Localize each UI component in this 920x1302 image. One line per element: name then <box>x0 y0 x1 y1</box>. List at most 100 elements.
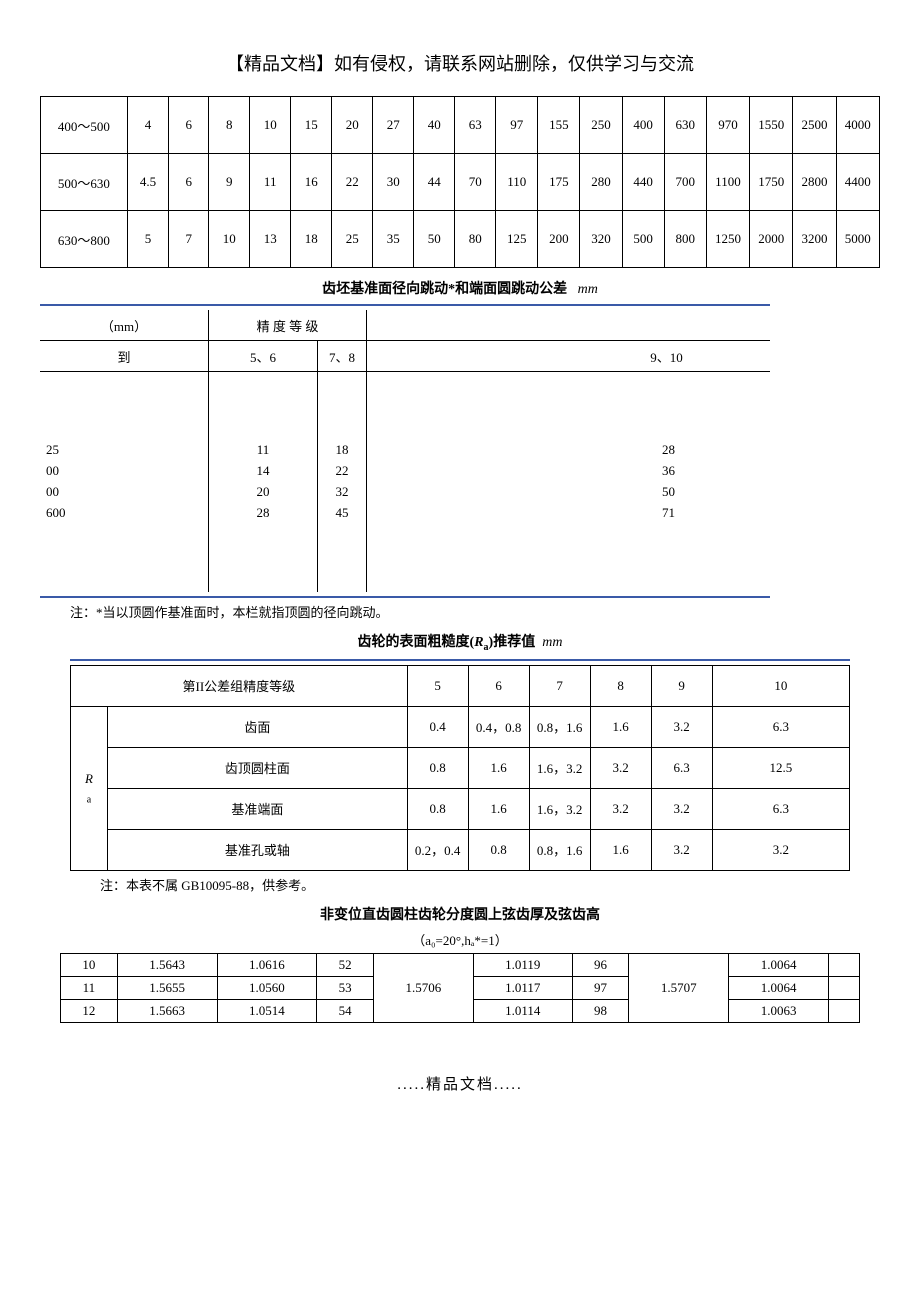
roughness-table: 第II公差组精度等级 5 6 7 8 9 10 Ra 齿面 0.4 0.4，0.… <box>70 665 850 871</box>
cell: 45 <box>318 503 366 524</box>
cell: 1.6 <box>468 747 529 788</box>
cell: 1.6，3.2 <box>529 747 590 788</box>
table-row: 基准端面 0.8 1.6 1.6，3.2 3.2 3.2 6.3 <box>71 788 850 829</box>
cell: 11 <box>209 440 317 461</box>
cell: 1750 <box>750 154 793 211</box>
level: 5 <box>407 665 468 706</box>
cell-b-col: 18 22 32 45 <box>318 372 367 593</box>
cell: 44 <box>414 154 455 211</box>
cell: 320 <box>580 211 622 268</box>
cell: 155 <box>538 97 580 154</box>
table-row: 630～800 5 7 10 13 18 25 35 50 80 125 200… <box>41 211 880 268</box>
cell: 15 <box>291 97 332 154</box>
cell: 3.2 <box>712 829 849 870</box>
cell: 125 <box>496 211 538 268</box>
cell: 2800 <box>793 154 836 211</box>
cell: 18 <box>318 440 366 461</box>
cell: 2500 <box>793 97 836 154</box>
t3-ra: R <box>474 635 483 650</box>
table2-title: 齿坯基准面径向跳动*和端面圆跳动公差 mm <box>40 278 880 298</box>
cell: 10 <box>250 97 291 154</box>
table3-note: 注：本表不属 GB10095-88，供参考。 <box>100 875 880 894</box>
cell: 13 <box>250 211 291 268</box>
cell: 40 <box>414 97 455 154</box>
page-header: 【精品文档】如有侵权，请联系网站删除，仅供学习与交流 <box>40 50 880 76</box>
cell <box>829 953 860 976</box>
table-row: 500～630 4.5 6 9 11 16 22 30 44 70 110 17… <box>41 154 880 211</box>
row-name: 基准孔或轴 <box>108 829 408 870</box>
col-78: 7、8 <box>318 341 367 372</box>
cell: 18 <box>291 211 332 268</box>
cell-a-col: 11 14 20 28 <box>209 372 318 593</box>
cell: 2000 <box>750 211 793 268</box>
cell: 22 <box>318 461 366 482</box>
cell: 63 <box>455 97 496 154</box>
cell: 80 <box>455 211 496 268</box>
t3-suffix: )推荐值 <box>489 635 536 650</box>
table4-title: 非变位直齿圆柱齿轮分度圆上弦齿厚及弦齿高 <box>40 904 880 924</box>
cell: 3.2 <box>651 829 712 870</box>
cell: 1.0064 <box>729 976 829 999</box>
cell: 1.5707 <box>629 953 729 1022</box>
cell: 14 <box>209 461 317 482</box>
cell: 630 <box>664 97 706 154</box>
cell: 1250 <box>706 211 749 268</box>
level: 10 <box>712 665 849 706</box>
cell: 200 <box>538 211 580 268</box>
table1-body: 400～500 4 6 8 10 15 20 27 40 63 97 155 2… <box>41 97 880 268</box>
cell: 12.5 <box>712 747 849 788</box>
cell-range: 500～630 <box>41 154 128 211</box>
cell: 1.0616 <box>217 953 317 976</box>
cell: 00 <box>46 482 208 503</box>
cell: 71 <box>567 503 770 524</box>
cell: 0.8 <box>407 788 468 829</box>
cell: 0.2，0.4 <box>407 829 468 870</box>
cell: 1.5643 <box>117 953 217 976</box>
row-name: 齿面 <box>108 706 408 747</box>
cell: 10 <box>61 953 118 976</box>
cell: 0.8，1.6 <box>529 829 590 870</box>
cell-c-col: 28 36 50 71 <box>367 372 771 593</box>
cell: 11 <box>250 154 291 211</box>
cell: 22 <box>332 154 373 211</box>
cell: 0.8，1.6 <box>529 706 590 747</box>
table-row: 第II公差组精度等级 5 6 7 8 9 10 <box>71 665 850 706</box>
cell: 3.2 <box>590 788 651 829</box>
cell: 1.5663 <box>117 999 217 1022</box>
cell: 28 <box>209 503 317 524</box>
cell: 1.5706 <box>374 953 474 1022</box>
level: 6 <box>468 665 529 706</box>
cell: 3.2 <box>651 706 712 747</box>
cell: 6 <box>169 97 209 154</box>
cell: 27 <box>373 97 414 154</box>
divider-top-3 <box>70 659 850 661</box>
cell: 5000 <box>836 211 879 268</box>
cell: 4.5 <box>127 154 169 211</box>
cell: 52 <box>317 953 374 976</box>
cell: 6.3 <box>712 706 849 747</box>
cell: 20 <box>209 482 317 503</box>
cell-to-col: 25 00 00 600 <box>40 372 209 593</box>
cell: 1100 <box>706 154 749 211</box>
cell: 16 <box>291 154 332 211</box>
divider-bottom-2 <box>40 596 770 598</box>
cell-range: 630～800 <box>41 211 128 268</box>
table-row: 25 00 00 600 11 14 20 28 18 22 32 45 28 … <box>40 372 770 593</box>
cell: 1.6，3.2 <box>529 788 590 829</box>
cell: 280 <box>580 154 622 211</box>
cell: 97 <box>572 976 629 999</box>
table-row: 10 1.5643 1.0616 52 1.5706 1.0119 96 1.5… <box>61 953 860 976</box>
runout-table: （mm） 精 度 等 级 到 5、6 7、8 9、10 25 00 00 600… <box>40 310 770 592</box>
cell: 1.0114 <box>473 999 572 1022</box>
cell: 25 <box>46 440 208 461</box>
cell: 1.6 <box>590 829 651 870</box>
page-footer: .....精品文档..... <box>40 1073 880 1094</box>
cell-range: 400～500 <box>41 97 128 154</box>
table-row: 400～500 4 6 8 10 15 20 27 40 63 97 155 2… <box>41 97 880 154</box>
cell: 1.0064 <box>729 953 829 976</box>
cell: 1.0063 <box>729 999 829 1022</box>
cell: 50 <box>414 211 455 268</box>
table-row: （mm） 精 度 等 级 <box>40 310 770 341</box>
cell: 36 <box>567 461 770 482</box>
empty <box>367 310 771 341</box>
